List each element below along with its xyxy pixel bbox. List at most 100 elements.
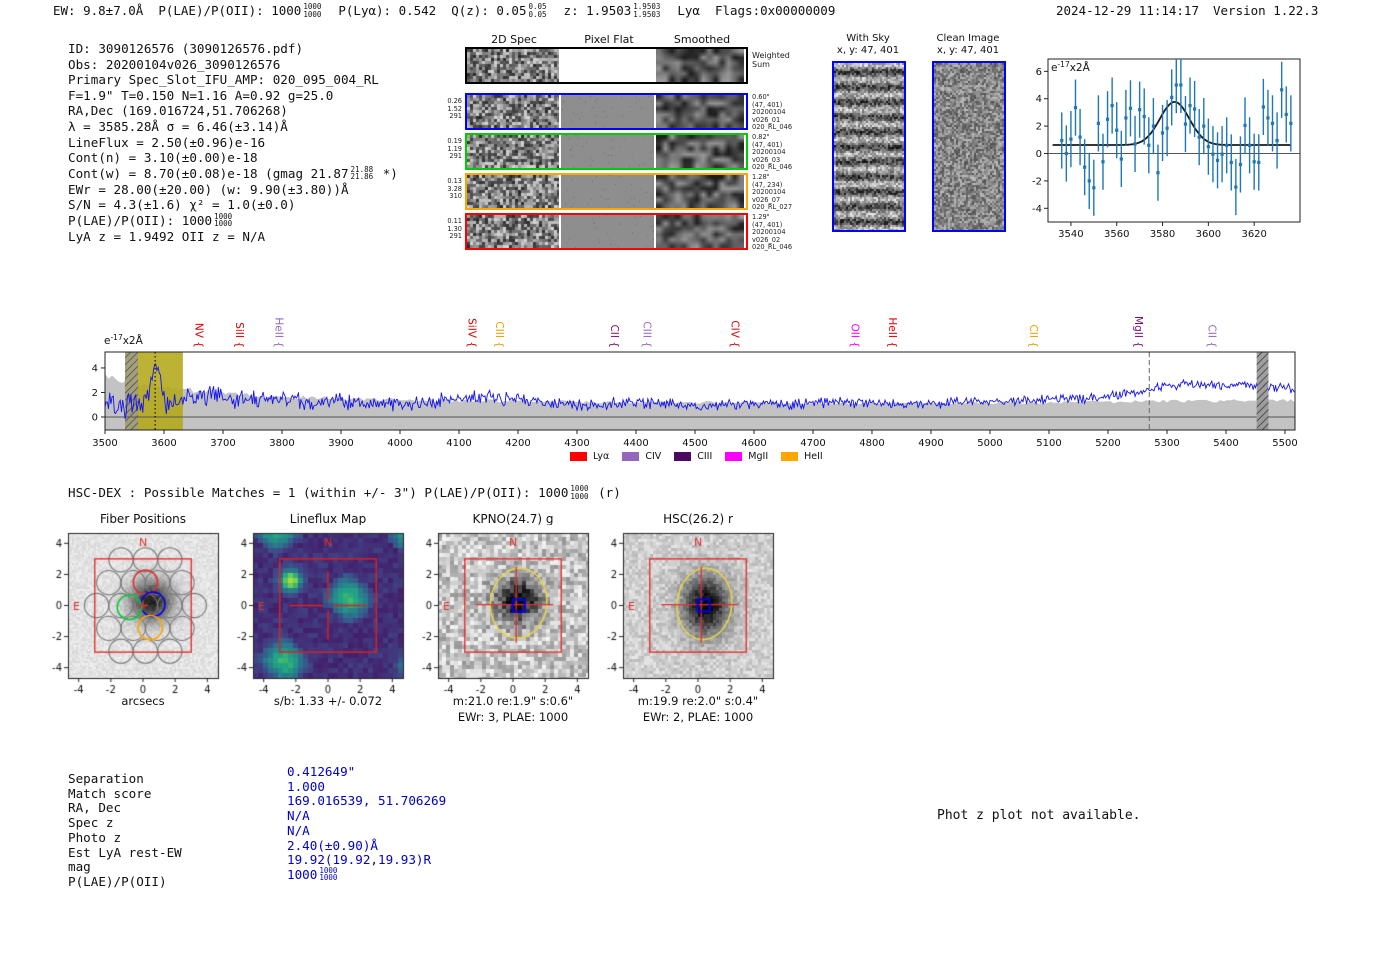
svg-text:3560: 3560 (1104, 229, 1129, 240)
svg-text:CII {: CII { (1027, 324, 1039, 348)
svg-text:SiIV {: SiIV { (465, 318, 477, 348)
info-line: F=1.9" T=0.150 N=1.16 A=0.92 g=25.0 (68, 87, 334, 103)
svg-text:SiII {: SiII { (233, 322, 245, 348)
header-segment: z: 1.9503 (563, 3, 632, 18)
lineflux-xlabel: s/b: 1.33 +/- 0.072 (273, 694, 383, 708)
match-row-value: 169.016539, 51.706269 (287, 793, 447, 809)
svg-text:4800: 4800 (859, 438, 884, 449)
clean-image (932, 61, 1006, 232)
svg-text:5100: 5100 (1036, 438, 1061, 449)
spec2d-row (465, 47, 748, 84)
lineflux-map-panel (223, 525, 413, 697)
svg-text:2: 2 (92, 388, 98, 399)
match-row-value: 1000 1000 1000 (287, 865, 338, 883)
hsc-cutout-panel (593, 525, 783, 697)
header-segment: Q(z): 0.05 (451, 3, 527, 18)
fiber-xlabel: arcsecs (121, 694, 165, 708)
kpno-cutout-title: KPNO(24.7) g (472, 512, 554, 526)
svg-text:3620: 3620 (1241, 229, 1266, 240)
svg-text:4200: 4200 (505, 438, 530, 449)
svg-text:CII {: CII { (608, 324, 620, 348)
spec2d-row-left-labels: 0.19 1.19 291 (447, 137, 462, 161)
svg-text:5200: 5200 (1095, 438, 1120, 449)
info-line: RA,Dec (169.016724,51.706268) (68, 103, 288, 119)
svg-text:e-17x2Å: e-17x2Å (1051, 60, 1091, 74)
info-line: EWr = 28.00(±20.00) (w: 9.90(±3.80))Å (68, 181, 349, 197)
svg-text:OII {: OII { (848, 324, 860, 348)
svg-text:3500: 3500 (92, 438, 117, 449)
match-row-label: RA, Dec (68, 800, 122, 816)
header-segment: P(LAE)/P(OII): 1000 (158, 3, 302, 18)
legend-swatch (781, 452, 799, 461)
legend-swatch (725, 452, 743, 461)
svg-text:3540: 3540 (1058, 229, 1083, 240)
legend-swatch (622, 452, 640, 461)
photz-notice: Phot z plot not available. (937, 808, 1141, 823)
svg-text:2: 2 (1036, 122, 1042, 133)
match-row-value: 2.40(±0.90)Å (287, 837, 378, 853)
svg-text:HeII {: HeII { (273, 317, 285, 348)
spec2d-row-left-labels: 0.13 3.28 310 (447, 177, 462, 201)
stacked-fraction: 1000 1000 (319, 865, 338, 883)
hscdex-match-line: HSC-DEX : Possible Matches = 1 (within +… (68, 484, 621, 501)
legend-swatch (570, 452, 587, 461)
svg-text:0: 0 (92, 413, 98, 424)
info-line: S/N = 4.3(±1.6) χ² = 1.0(±0.0) (68, 197, 296, 213)
sky-panels: With Sky x, y: 47, 401 Clean Image x, y:… (820, 33, 1020, 243)
svg-text:4: 4 (1036, 94, 1042, 105)
spec2d-row (465, 173, 748, 210)
match-row-value: N/A (287, 808, 310, 824)
report-version: Version 1.22.3 (1213, 3, 1319, 18)
svg-text:CIII {: CIII { (493, 321, 505, 348)
line-fit-inset-plot: -4 -2 0 2 4 6 3540 3560 3580 3600 3620 e-17x2Å (1032, 58, 1301, 240)
summary-header: EW: 9.8±7.0Å P(LAE)/P(OII): 1000 1000 1000 P… (53, 3, 850, 19)
stacked-fraction: 1000 1000 (570, 484, 589, 501)
spec2d-row-left-labels: 0.26 1.52 291 (447, 97, 462, 121)
match-row-label: Spec z (68, 815, 114, 831)
match-table-labels: Separation Match score RA, Dec Spec z Photo … (68, 771, 182, 890)
match-row-value: 19.92(19.92,19.93)R (287, 852, 432, 868)
hsc-xlabel-2: EWr: 2, PLAE: 1000 (642, 710, 754, 724)
fiber-positions-panel (38, 525, 228, 697)
svg-text:MgII {: MgII { (1132, 316, 1144, 348)
svg-text:3580: 3580 (1150, 229, 1175, 240)
svg-text:3600: 3600 (1196, 229, 1221, 240)
hsc-xlabel-1: m:19.9 re:2.0" s:0.4" (637, 694, 759, 708)
svg-text:CIV {: CIV { (729, 320, 741, 348)
legend-item: CIV (622, 451, 661, 462)
kpno-cutout-panel (408, 525, 598, 697)
svg-text:-4: -4 (1032, 204, 1042, 215)
info-line: P(LAE)/P(OII): 1000 1000 1000 (68, 211, 233, 229)
header-segment: Lyα (677, 3, 700, 18)
with-sky-image (832, 61, 906, 232)
match-row-label: Photo z (68, 829, 122, 845)
match-row-label: P(LAE)/P(OII) (68, 873, 167, 889)
legend-item: MgII (725, 451, 768, 462)
svg-text:0: 0 (1036, 149, 1042, 160)
match-row-value: N/A (287, 822, 310, 838)
clean-image-title: Clean Image x, y: 47, 401 (936, 33, 1000, 56)
spec2d-figure: 2D Spec Pixel Flat Smoothed Weighted Sum 0… (443, 33, 843, 263)
info-line: LyA z = 1.9492 OII z = N/A (68, 228, 266, 244)
spec2d-row (465, 93, 748, 130)
svg-text:6: 6 (1036, 67, 1042, 78)
svg-text:4000: 4000 (387, 438, 412, 449)
kpno-xlabel-1: m:21.0 re:1.9" s:0.6" (452, 694, 574, 708)
svg-text:5500: 5500 (1272, 438, 1297, 449)
fiber-positions-title: Fiber Positions (99, 512, 187, 526)
svg-text:e-17x2Å: e-17x2Å (104, 333, 144, 347)
info-line: Primary Spec_Slot_IFU_AMP: 020_095_004_R… (68, 72, 379, 88)
svg-text:5300: 5300 (1154, 438, 1179, 449)
spec2d-row-left-labels: 0.11 1.30 291 (447, 217, 462, 241)
spectrum-legend: Lyα CIV CIII MgII HeII (570, 446, 836, 465)
svg-text:3900: 3900 (328, 438, 353, 449)
spec2d-row (465, 213, 748, 250)
info-line: LineFlux = 2.50(±0.96)e-16 (68, 134, 266, 150)
spec2d-rows: Weighted Sum 0.26 1.52 291 0.60" (47, 401) 2020… (443, 33, 843, 263)
report-datetime: 2024-12-29 11:14:17 (1056, 3, 1199, 18)
match-table-values: 0.412649" 1.000 169.016539, 51.706269 N/A N/… (287, 764, 447, 883)
legend-item: Lyα (570, 451, 609, 462)
lineflux-map-title: Lineflux Map (289, 512, 367, 526)
match-row-label: Match score (68, 785, 152, 801)
stacked-fraction: 1000 1000 (214, 211, 233, 229)
